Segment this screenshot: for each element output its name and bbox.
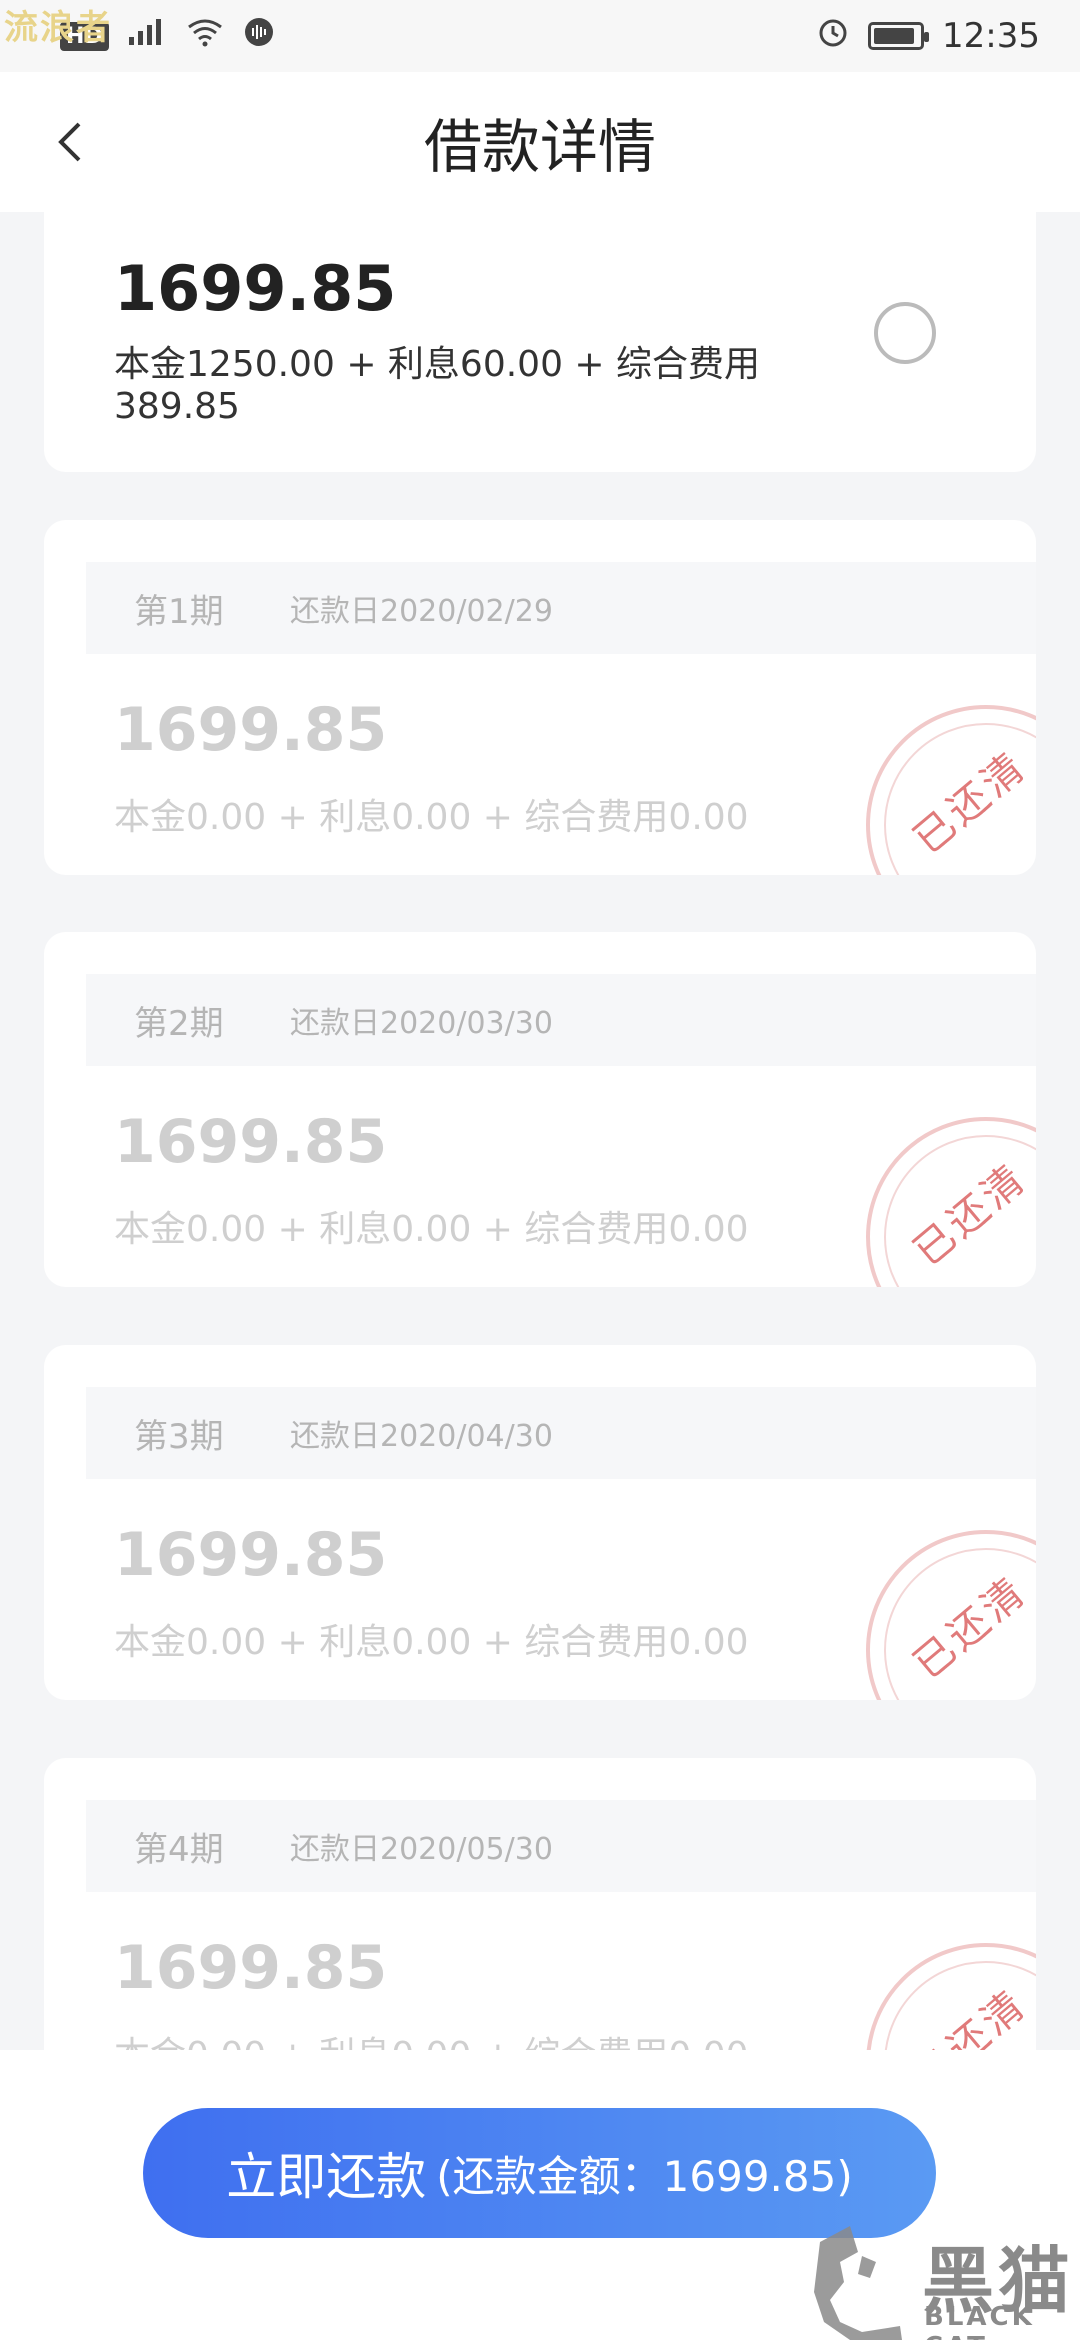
period-card: 第1期 还款日2020/02/29 1699.85 本金0.00 + 利息0.0… (44, 520, 1036, 875)
status-time: 12:35 (942, 16, 1040, 56)
repay-button-label: 立即还款 (226, 2148, 427, 2206)
period-number: 第4期 (134, 1829, 224, 1870)
alarm-icon (816, 15, 850, 57)
period-number: 第2期 (134, 1003, 224, 1044)
nav-header: 借款详情 (0, 72, 1080, 212)
due-date: 还款日2020/02/29 (290, 594, 553, 629)
period-header: 第1期 还款日2020/02/29 (86, 562, 1036, 654)
period-number: 第3期 (134, 1416, 224, 1457)
paid-stamp: 已还清 (866, 705, 1036, 875)
period-header: 第2期 还款日2020/03/30 (86, 974, 1036, 1066)
paid-stamp-text: 已还清 (905, 1568, 1036, 1689)
status-right: 12:35 (816, 15, 1040, 57)
period-amount: 1699.85 (114, 1933, 388, 2003)
due-date: 还款日2020/05/30 (290, 1832, 553, 1867)
paid-stamp-text: 已还清 (905, 1155, 1036, 1276)
period-number: 第1期 (134, 591, 224, 632)
battery-icon (868, 22, 930, 50)
paid-stamp: 已还清 (866, 1117, 1036, 1287)
page-title: 借款详情 (423, 113, 656, 181)
summary-card[interactable]: 1699.85 本金1250.00 + 利息60.00 + 综合费用389.85 (44, 212, 1036, 472)
due-date: 还款日2020/03/30 (290, 1006, 553, 1041)
blackcat-watermark: 黑猫 BLACK CAT (810, 2222, 1080, 2340)
repay-now-button[interactable]: 立即还款 (还款金额：1699.85) (143, 2108, 936, 2238)
period-amount: 1699.85 (114, 1107, 388, 1177)
period-header: 第4期 还款日2020/05/30 (86, 1800, 1036, 1892)
signal-icon (127, 17, 167, 55)
period-header: 第3期 还款日2020/04/30 (86, 1387, 1036, 1479)
paid-stamp: 已还清 (866, 1943, 1036, 2050)
watermark-en: BLACK CAT (924, 2302, 1035, 2340)
period-breakdown: 本金0.00 + 利息0.00 + 综合费用0.00 (114, 2026, 749, 2050)
top-left-watermark: 流浪者 (4, 8, 112, 48)
period-breakdown: 本金0.00 + 利息0.00 + 综合费用0.00 (114, 1622, 749, 1663)
cat-logo-icon (814, 2226, 902, 2340)
wifi-icon (185, 17, 225, 55)
period-breakdown: 本金0.00 + 利息0.00 + 综合费用0.00 (114, 1209, 749, 1250)
loan-detail-list[interactable]: 1699.85 本金1250.00 + 利息60.00 + 综合费用389.85… (0, 212, 1080, 2050)
paid-stamp-text: 已还清 (905, 743, 1036, 864)
period-card: 第2期 还款日2020/03/30 1699.85 本金0.00 + 利息0.0… (44, 932, 1036, 1287)
repay-amount-label: (还款金额：1699.85) (436, 2151, 853, 2201)
summary-amount: 1699.85 (114, 252, 397, 325)
status-bar: HD 12:35 (0, 0, 1080, 72)
period-card: 第3期 还款日2020/04/30 1699.85 本金0.00 + 利息0.0… (44, 1345, 1036, 1700)
chevron-left-icon (58, 122, 81, 162)
paid-stamp-text: 已还清 (905, 1981, 1036, 2050)
select-radio[interactable] (874, 302, 936, 364)
back-button[interactable] (40, 112, 100, 172)
audio-icon (243, 16, 275, 56)
summary-breakdown: 本金1250.00 + 利息60.00 + 综合费用389.85 (114, 344, 761, 427)
period-amount: 1699.85 (114, 1520, 388, 1590)
period-breakdown: 本金0.00 + 利息0.00 + 综合费用0.00 (114, 797, 749, 838)
due-date: 还款日2020/04/30 (290, 1419, 553, 1454)
period-card: 第4期 还款日2020/05/30 1699.85 本金0.00 + 利息0.0… (44, 1758, 1036, 2050)
period-amount: 1699.85 (114, 695, 388, 765)
paid-stamp: 已还清 (866, 1530, 1036, 1700)
